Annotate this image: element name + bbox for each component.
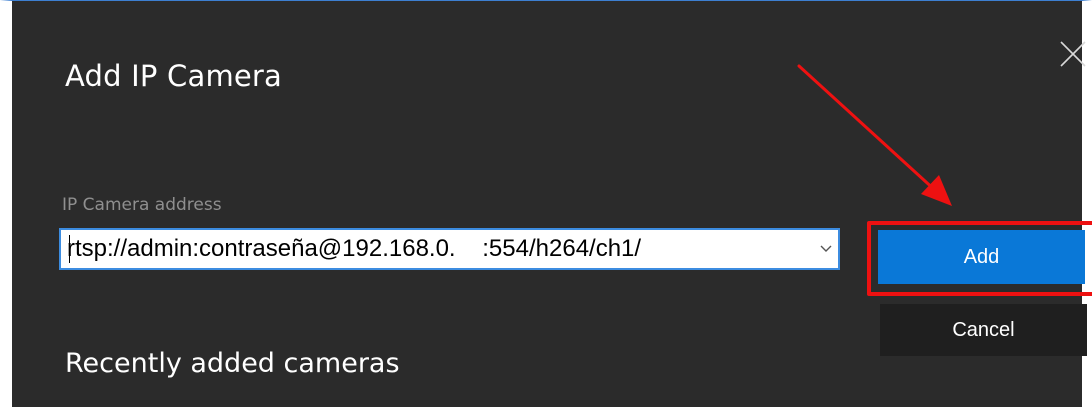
text-cursor bbox=[69, 235, 70, 263]
add-ip-camera-dialog: Add IP Camera IP Camera address Add Canc… bbox=[0, 0, 1092, 407]
close-icon[interactable] bbox=[1058, 39, 1088, 69]
ip-camera-address-combobox[interactable] bbox=[59, 228, 840, 270]
dialog-title: Add IP Camera bbox=[65, 59, 283, 93]
ip-camera-address-label: IP Camera address bbox=[62, 195, 222, 215]
recently-added-cameras-heading: Recently added cameras bbox=[65, 348, 400, 379]
cancel-button[interactable]: Cancel bbox=[880, 304, 1087, 356]
ip-camera-address-input[interactable] bbox=[61, 230, 813, 268]
chevron-down-icon[interactable] bbox=[814, 230, 838, 268]
highlight-box bbox=[867, 221, 1092, 296]
